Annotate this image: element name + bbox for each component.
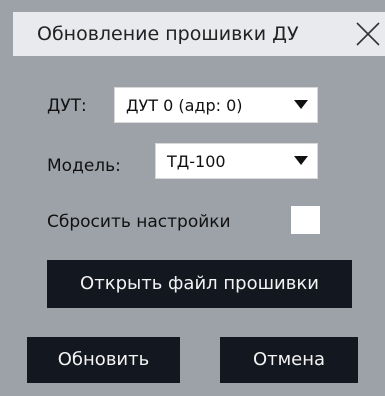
model-select[interactable]: ТД-100 bbox=[155, 143, 318, 179]
reset-settings-checkbox[interactable] bbox=[291, 206, 320, 234]
chevron-down-icon bbox=[294, 156, 308, 165]
open-firmware-file-button[interactable]: Открыть файл прошивки bbox=[47, 260, 352, 308]
close-button[interactable] bbox=[354, 20, 382, 48]
chevron-down-icon bbox=[294, 100, 308, 109]
dialog-title: Обновление прошивки ДУ bbox=[37, 23, 299, 45]
dut-select[interactable]: ДУТ 0 (адр: 0) bbox=[114, 87, 318, 123]
close-icon bbox=[356, 22, 380, 46]
model-selected-value: ТД-100 bbox=[167, 152, 226, 171]
firmware-update-dialog: Обновление прошивки ДУ ДУТ: ДУТ 0 (адр: … bbox=[0, 0, 385, 396]
update-button[interactable]: Обновить bbox=[27, 337, 180, 383]
dut-label: ДУТ: bbox=[47, 96, 87, 116]
cancel-button[interactable]: Отмена bbox=[220, 337, 358, 383]
title-bar: Обновление прошивки ДУ bbox=[13, 12, 385, 56]
reset-settings-label: Сбросить настройки bbox=[47, 212, 231, 232]
model-label: Модель: bbox=[47, 156, 121, 176]
dut-selected-value: ДУТ 0 (адр: 0) bbox=[126, 96, 243, 115]
